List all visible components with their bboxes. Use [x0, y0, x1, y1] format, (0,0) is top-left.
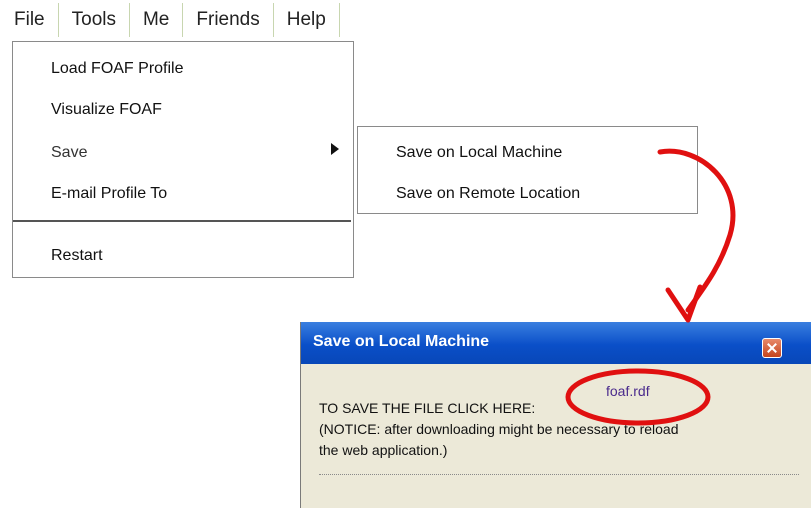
menu-item-save[interactable]: Save	[51, 144, 87, 162]
submenu-item-save-local[interactable]: Save on Local Machine	[396, 144, 562, 162]
menu-item-email-profile-to[interactable]: E-mail Profile To	[51, 185, 167, 203]
submenu-item-save-remote[interactable]: Save on Remote Location	[396, 185, 580, 203]
menu-tools[interactable]: Tools	[59, 3, 130, 37]
menu-file[interactable]: File	[0, 3, 59, 37]
menu-me[interactable]: Me	[130, 3, 184, 37]
save-submenu: Save on Local Machine Save on Remote Loc…	[357, 126, 698, 214]
dialog-title: Save on Local Machine	[313, 333, 490, 350]
dialog-divider	[319, 474, 799, 475]
file-dropdown-menu: Load FOAF Profile Visualize FOAF Save E-…	[12, 41, 354, 278]
download-link[interactable]: foaf.rdf	[606, 383, 650, 399]
menu-item-visualize-foaf[interactable]: Visualize FOAF	[51, 101, 162, 119]
submenu-arrow-icon	[331, 143, 339, 155]
menu-item-restart[interactable]: Restart	[51, 247, 103, 265]
annotation-arrow-head	[665, 284, 703, 323]
menu-divider	[13, 220, 351, 222]
dialog-notice-line1: (NOTICE: after downloading might be nece…	[319, 421, 679, 437]
menu-friends[interactable]: Friends	[183, 3, 274, 37]
dialog-titlebar: Save on Local Machine	[301, 322, 811, 364]
dialog-notice-line2: the web application.)	[319, 442, 448, 458]
save-local-dialog: Save on Local Machine TO SAVE THE FILE C…	[300, 322, 811, 508]
menu-item-load-foaf-profile[interactable]: Load FOAF Profile	[51, 60, 184, 78]
close-icon[interactable]	[762, 338, 782, 358]
dialog-instruction: TO SAVE THE FILE CLICK HERE:	[319, 400, 536, 416]
menu-help[interactable]: Help	[274, 3, 340, 37]
menu-bar: File Tools Me Friends Help	[0, 0, 340, 40]
